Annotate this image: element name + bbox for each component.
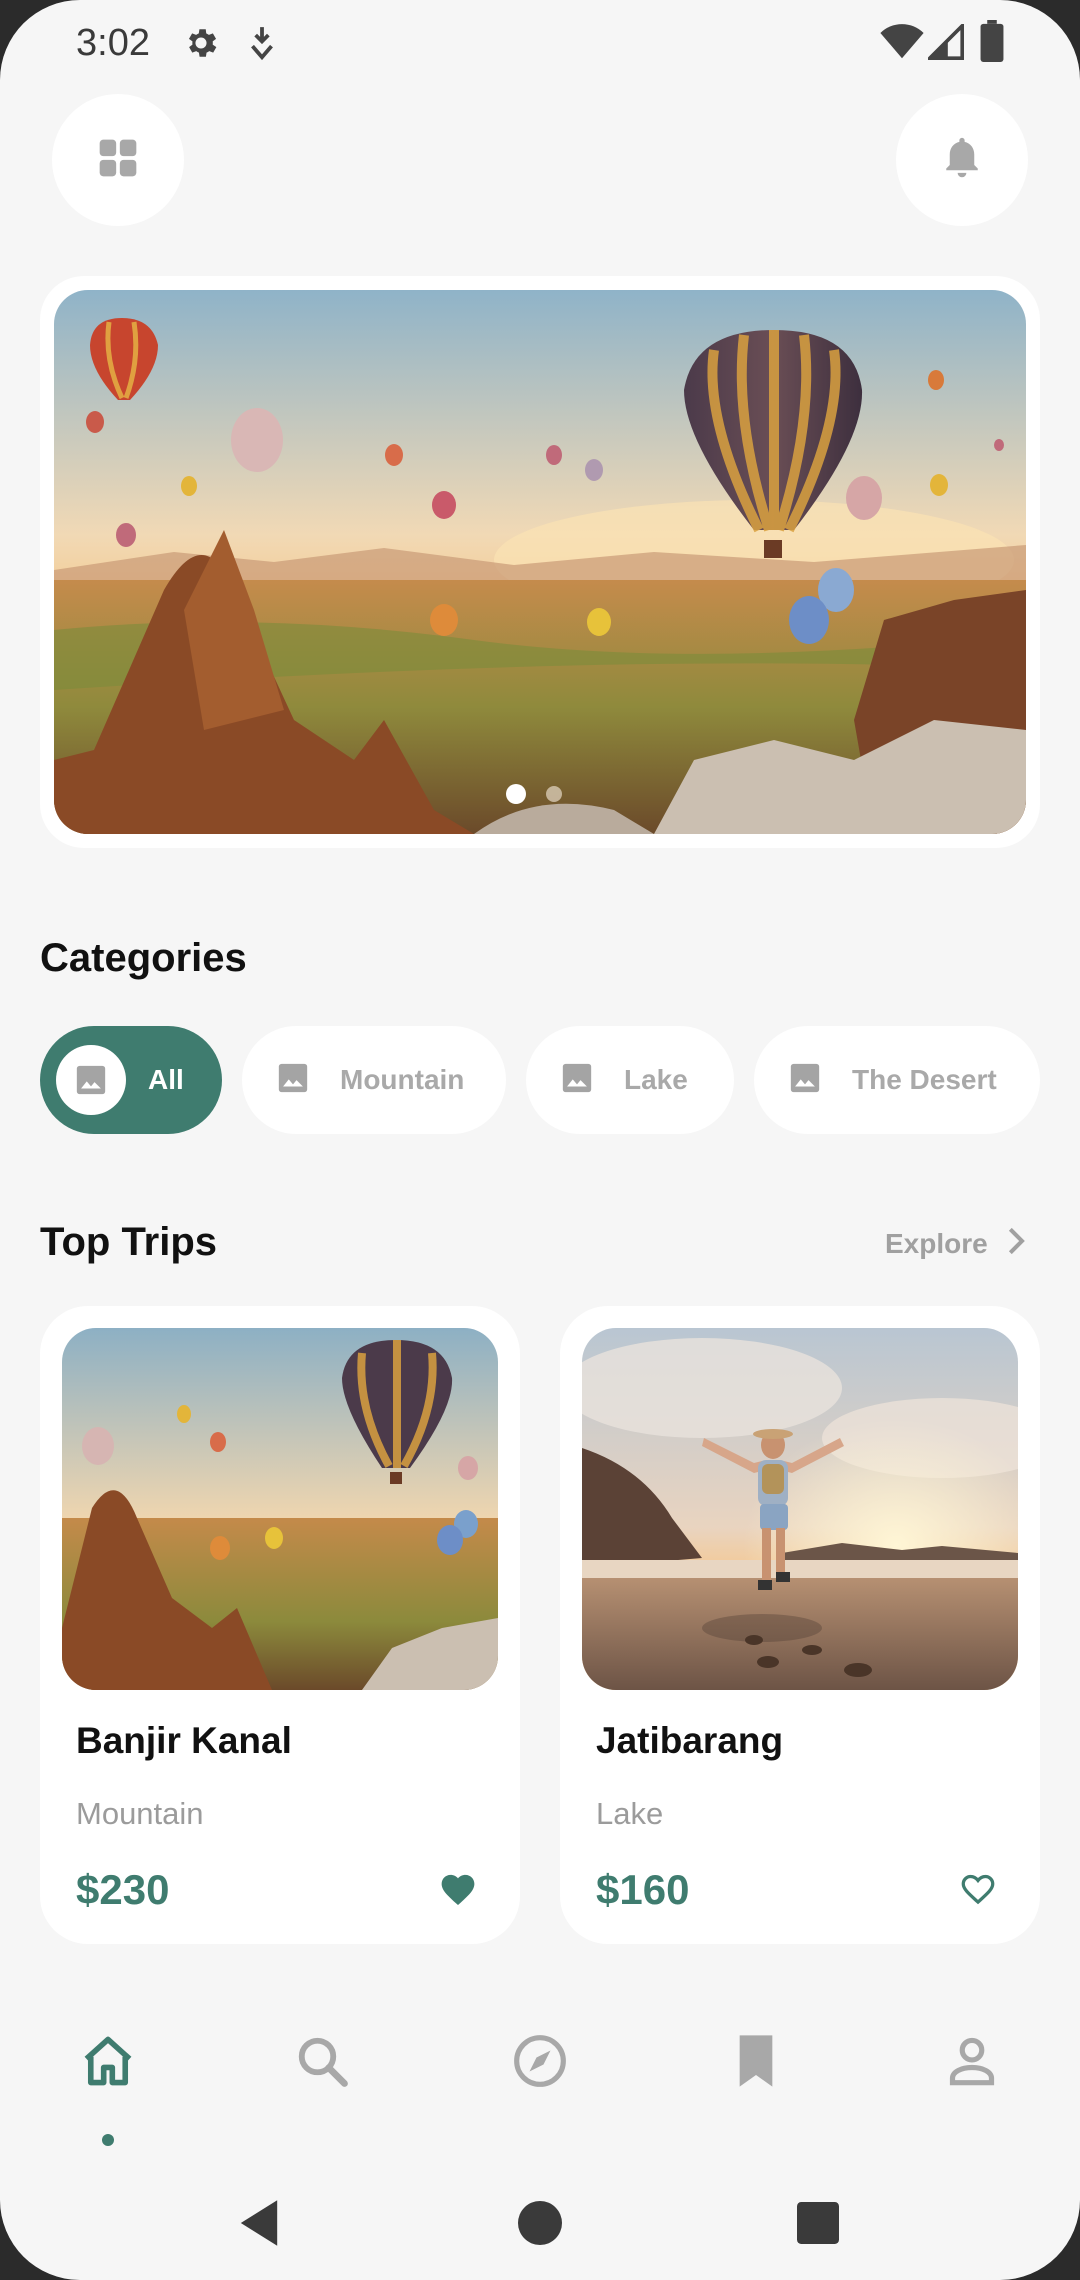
nav-profile[interactable] bbox=[932, 2028, 1012, 2098]
trip-image-beach-traveler[interactable] bbox=[582, 1328, 1018, 1690]
trip-category: Mountain bbox=[76, 1796, 204, 1831]
notifications-button[interactable] bbox=[896, 94, 1028, 226]
image-icon bbox=[56, 1045, 126, 1115]
trip-card-jatibarang[interactable]: Jatibarang Lake $160 bbox=[560, 1306, 1040, 1944]
top-trips-title: Top Trips bbox=[40, 1220, 218, 1264]
trip-price: $230 bbox=[76, 1866, 170, 1913]
nav-home[interactable] bbox=[68, 2028, 148, 2098]
bookmark-icon bbox=[734, 2033, 778, 2094]
system-back-button[interactable] bbox=[224, 2190, 294, 2260]
system-home-button[interactable] bbox=[505, 2190, 575, 2260]
recents-icon bbox=[797, 2201, 839, 2249]
category-chip-all[interactable]: All bbox=[40, 1026, 222, 1134]
trip-price: $160 bbox=[596, 1866, 690, 1913]
settings-icon bbox=[182, 24, 220, 67]
carousel-dot-active[interactable] bbox=[506, 784, 526, 804]
trip-image-balloons[interactable] bbox=[62, 1328, 498, 1690]
active-nav-indicator bbox=[102, 2134, 114, 2146]
home-circle-icon bbox=[518, 2200, 562, 2250]
hero-image-balloons[interactable] bbox=[54, 290, 1026, 834]
nav-saved[interactable] bbox=[716, 2028, 796, 2098]
category-chip-mountain[interactable]: Mountain bbox=[242, 1026, 506, 1134]
trip-name: Jatibarang bbox=[596, 1720, 784, 1761]
featured-carousel[interactable] bbox=[40, 276, 1040, 848]
bottom-navigation bbox=[0, 2000, 1080, 2130]
image-icon bbox=[560, 1061, 594, 1100]
trip-name: Banjir Kanal bbox=[76, 1720, 292, 1761]
system-navigation bbox=[0, 2170, 1080, 2280]
nav-search[interactable] bbox=[282, 2028, 362, 2098]
trip-category: Lake bbox=[596, 1796, 664, 1831]
signal-icon bbox=[925, 21, 964, 65]
favorite-button[interactable] bbox=[952, 1864, 1004, 1916]
categories-title: Categories bbox=[40, 936, 247, 980]
compass-icon bbox=[512, 2033, 568, 2094]
explore-label: Explore bbox=[885, 1227, 988, 1259]
category-chip-label: Mountain bbox=[340, 1064, 465, 1095]
grid-icon bbox=[96, 136, 140, 185]
profile-icon bbox=[946, 2035, 998, 2092]
image-icon bbox=[276, 1061, 310, 1100]
favorite-button[interactable] bbox=[432, 1864, 484, 1916]
heart-filled-icon bbox=[438, 1870, 478, 1911]
category-chip-label: All bbox=[148, 1064, 184, 1095]
download-shield-icon bbox=[246, 24, 278, 67]
image-icon bbox=[788, 1061, 822, 1100]
heart-outline-icon bbox=[958, 1870, 998, 1911]
home-icon bbox=[80, 2035, 136, 2092]
chevron-right-icon bbox=[1006, 1226, 1028, 1261]
app-screen: 3:02 Categories All Mountain Lake The De… bbox=[0, 0, 1080, 2280]
system-recents-button[interactable] bbox=[783, 2190, 853, 2260]
category-chip-the-desert[interactable]: The Desert bbox=[754, 1026, 1040, 1134]
back-icon bbox=[236, 2198, 282, 2253]
nav-explore[interactable] bbox=[500, 2028, 580, 2098]
wifi-icon bbox=[880, 24, 924, 65]
status-bar: 3:02 bbox=[0, 0, 1080, 90]
carousel-dot[interactable] bbox=[546, 786, 562, 802]
menu-grid-button[interactable] bbox=[52, 94, 184, 226]
category-chip-label: Lake bbox=[624, 1064, 688, 1095]
trip-card-banjir-kanal[interactable]: Banjir Kanal Mountain $230 bbox=[40, 1306, 520, 1944]
category-chip-lake[interactable]: Lake bbox=[526, 1026, 734, 1134]
bell-icon bbox=[941, 135, 983, 186]
category-chip-label: The Desert bbox=[852, 1064, 997, 1095]
search-icon bbox=[295, 2034, 349, 2093]
explore-link[interactable]: Explore bbox=[885, 1226, 1028, 1261]
status-time: 3:02 bbox=[76, 22, 150, 64]
battery-icon bbox=[980, 20, 1004, 67]
